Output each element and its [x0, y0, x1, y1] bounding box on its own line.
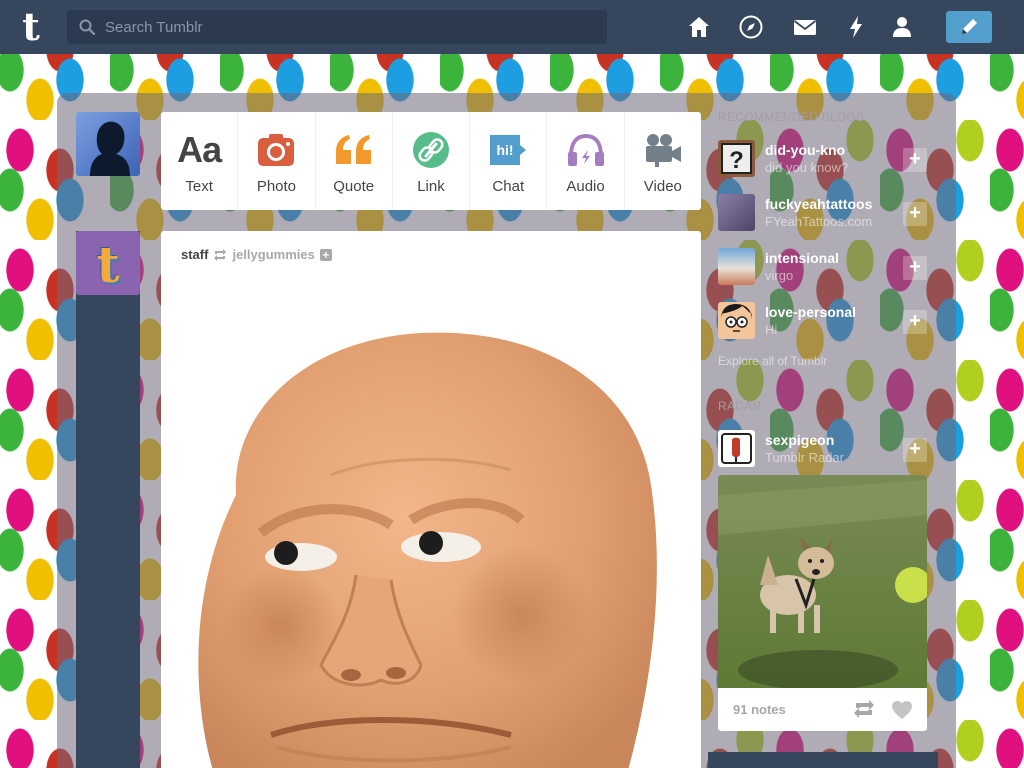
video-camera-icon: [641, 130, 685, 170]
top-navigation-bar: t: [0, 0, 1024, 54]
post-header: staff jellygummies +: [181, 247, 332, 262]
radar-photo[interactable]: [718, 475, 927, 688]
blog-subtitle: did you know?: [765, 160, 849, 175]
blog-avatar[interactable]: [718, 302, 755, 339]
post-type-chat[interactable]: hi! Chat: [470, 112, 548, 210]
headphones-icon: [564, 130, 608, 170]
follow-button[interactable]: +: [903, 310, 927, 334]
blog-avatar[interactable]: [718, 248, 755, 285]
silhouette-icon: [90, 121, 130, 176]
post-avatar-column: [76, 231, 140, 768]
blog-name[interactable]: did-you-kno: [765, 142, 845, 158]
pencil-icon: [962, 19, 977, 34]
search-icon: [79, 19, 95, 35]
activity-icon[interactable]: [843, 14, 869, 40]
home-icon[interactable]: [686, 14, 712, 40]
camera-icon: [254, 130, 298, 170]
blog-subtitle: Tumblr Radar: [765, 450, 844, 465]
recommended-blog-item[interactable]: love-personal Hi +: [718, 302, 928, 342]
blog-name[interactable]: fuckyeahtattoos: [765, 196, 872, 212]
dashboard-post: staff jellygummies +: [161, 231, 701, 768]
follow-button[interactable]: +: [903, 438, 927, 462]
post-author-link[interactable]: staff: [181, 247, 208, 262]
radar-post-footer: 91 notes: [718, 688, 927, 731]
explore-icon[interactable]: [738, 14, 764, 40]
recommended-blog-item[interactable]: intensional virgo +: [718, 248, 928, 288]
post-type-quote[interactable]: Quote: [316, 112, 393, 210]
chat-icon: hi!: [486, 130, 530, 170]
compose-button[interactable]: [946, 11, 992, 43]
radar-blog-item[interactable]: sexpigeon Tumblr Radar +: [718, 430, 928, 470]
svg-text:?: ?: [729, 147, 744, 174]
recommended-blog-item[interactable]: fuckyeahtattoos FYeahTattoos.com +: [718, 194, 928, 234]
notes-count[interactable]: 91 notes: [733, 702, 786, 717]
text-icon: Aa: [177, 129, 222, 170]
post-type-video[interactable]: Video: [625, 112, 701, 210]
post-type-bar: Aa Text Photo Quote Link hi! Chat Audio …: [161, 112, 701, 210]
post-type-label: Audio: [566, 178, 605, 195]
post-type-label: Video: [643, 178, 682, 195]
question-mark-icon: ?: [721, 143, 752, 174]
next-sidebar-card: [708, 752, 938, 768]
blog-name[interactable]: love-personal: [765, 304, 856, 320]
tumblr-logo-icon[interactable]: t: [14, 8, 48, 46]
follow-plus-icon[interactable]: +: [319, 248, 332, 261]
user-avatar[interactable]: [76, 112, 140, 176]
post-type-label: Photo: [256, 178, 297, 195]
post-type-label: Quote: [333, 178, 375, 195]
account-icon[interactable]: [889, 14, 915, 40]
follow-button[interactable]: +: [903, 148, 927, 172]
blog-name[interactable]: intensional: [765, 250, 839, 266]
tumblr-t-icon: t: [96, 235, 120, 294]
search-bar[interactable]: [67, 10, 607, 44]
post-type-link[interactable]: Link: [393, 112, 471, 210]
reblog-icon[interactable]: [853, 700, 875, 718]
quote-icon: [332, 130, 376, 170]
blog-subtitle: FYeahTattoos.com: [765, 214, 873, 229]
blog-avatar[interactable]: ?: [718, 140, 755, 177]
search-input[interactable]: [105, 10, 595, 44]
blog-avatar[interactable]: [718, 430, 755, 467]
reblog-icon: [214, 248, 227, 261]
recommended-blogs-heading: RECOMMENDED BLOGS: [718, 110, 865, 124]
pigeon-icon: [721, 433, 752, 464]
recommended-blog-item[interactable]: ? did-you-kno did you know? +: [718, 140, 928, 180]
post-author-avatar[interactable]: t: [76, 231, 140, 295]
post-type-label: Link: [417, 178, 445, 195]
inbox-icon[interactable]: [792, 14, 818, 40]
post-type-photo[interactable]: Photo: [238, 112, 316, 210]
explore-all-link[interactable]: Explore all of Tumblr: [718, 354, 827, 368]
blog-subtitle: virgo: [765, 268, 794, 283]
svg-text:hi!: hi!: [497, 142, 514, 158]
post-type-label: Text: [185, 178, 213, 195]
radar-heading: RADAR: [718, 399, 762, 413]
follow-button[interactable]: +: [903, 202, 927, 226]
post-type-audio[interactable]: Audio: [547, 112, 625, 210]
post-photo[interactable]: [181, 295, 681, 768]
follow-button[interactable]: +: [903, 256, 927, 280]
reblogged-from-link[interactable]: jellygummies: [232, 247, 314, 262]
cartoon-face-icon: [721, 304, 752, 332]
post-type-text[interactable]: Aa Text: [161, 112, 239, 210]
radar-post-card: 91 notes: [718, 475, 927, 731]
link-icon: [409, 130, 453, 170]
blog-avatar[interactable]: [718, 194, 755, 231]
blog-name[interactable]: sexpigeon: [765, 432, 834, 448]
blog-subtitle: Hi: [765, 322, 778, 337]
heart-icon[interactable]: [891, 700, 913, 720]
post-type-label: Chat: [492, 178, 525, 195]
